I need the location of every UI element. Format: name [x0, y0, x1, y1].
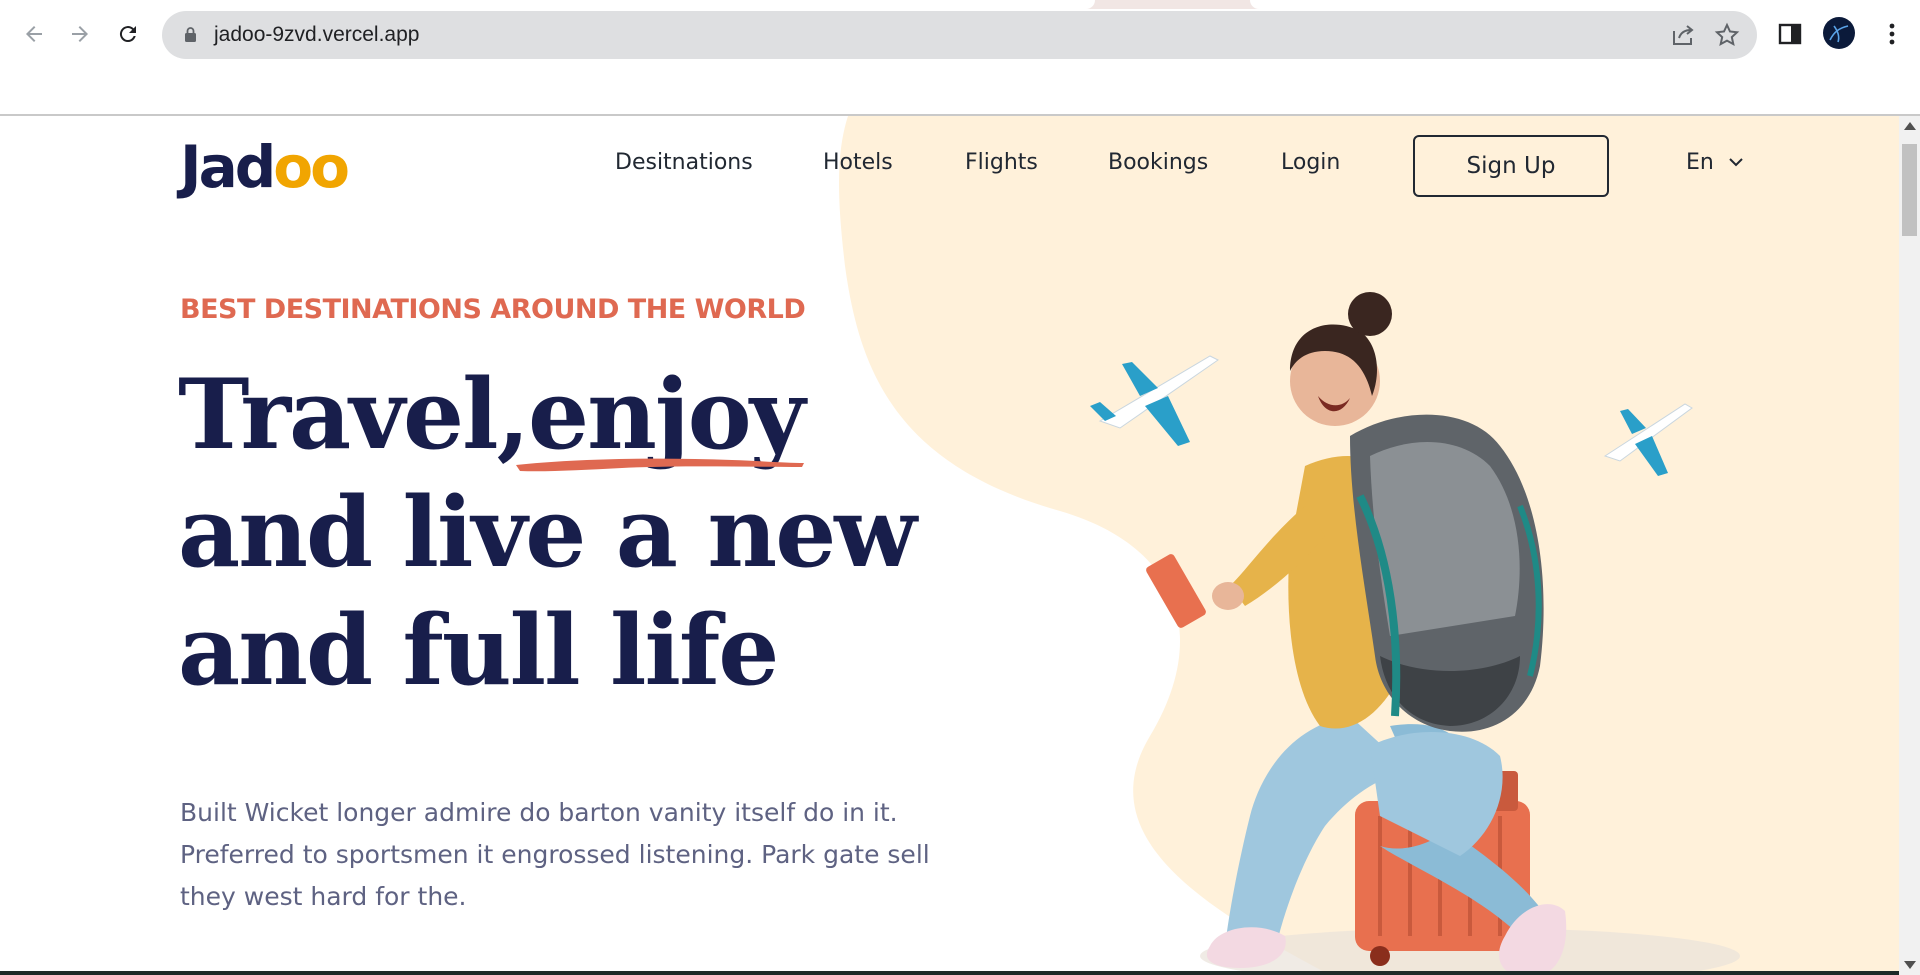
signup-label: Sign Up [1466, 153, 1556, 179]
logo-suffix: oo [273, 133, 350, 201]
hero-description: Built Wicket longer admire do barton van… [180, 798, 930, 911]
tab-edge [1250, 0, 1920, 9]
site-logo[interactable]: Jadoo [180, 133, 350, 201]
nav-flights[interactable]: Flights [965, 150, 1038, 175]
browser-toolbar: jadoo-9zvd.vercel.app [0, 0, 1920, 116]
page-scrollbar[interactable] [1899, 116, 1920, 975]
nav-login[interactable]: Login [1281, 150, 1340, 175]
airplane-icon [1603, 403, 1693, 476]
side-panel-icon[interactable] [1776, 20, 1804, 48]
title-underline-stroke [516, 458, 804, 472]
lock-icon[interactable] [184, 26, 197, 42]
tab-strip [0, 0, 1920, 9]
hero-title-line: and full life [178, 594, 779, 707]
language-selector[interactable]: En [1686, 150, 1714, 175]
scroll-up-icon[interactable] [1904, 122, 1916, 130]
hero-title: Travel,enjoy and live a new and full lif… [178, 356, 917, 710]
window-bottom-edge [0, 971, 1899, 975]
back-icon[interactable] [16, 16, 52, 52]
airplane-icon [1090, 355, 1219, 446]
forward-icon[interactable] [62, 16, 98, 52]
star-icon[interactable] [1713, 21, 1741, 49]
nav-hotels[interactable]: Hotels [823, 150, 893, 175]
menu-kebab-icon[interactable] [1878, 20, 1906, 48]
chevron-down-icon[interactable] [1728, 156, 1744, 168]
nav-bookings[interactable]: Bookings [1108, 150, 1208, 175]
hero-eyebrow: BEST DESTINATIONS AROUND THE WORLD [180, 294, 806, 325]
scroll-down-icon[interactable] [1904, 961, 1916, 969]
hero-title-line: and live a new [178, 476, 917, 589]
nav-destinations[interactable]: Desitnations [615, 150, 753, 175]
logo-prefix: Jad [180, 133, 276, 201]
profile-avatar[interactable] [1822, 16, 1856, 50]
tab-edge [0, 0, 1095, 9]
share-icon[interactable] [1669, 21, 1697, 49]
url-text[interactable]: jadoo-9zvd.vercel.app [214, 23, 419, 47]
address-bar[interactable]: jadoo-9zvd.vercel.app [162, 11, 1757, 59]
reload-icon[interactable] [110, 16, 146, 52]
traveler-illustration [1090, 292, 1740, 975]
scrollbar-thumb[interactable] [1902, 144, 1917, 236]
page-viewport: Jadoo Desitnations Hotels Flights Bookin… [0, 116, 1899, 975]
signup-button[interactable]: Sign Up [1413, 135, 1609, 197]
